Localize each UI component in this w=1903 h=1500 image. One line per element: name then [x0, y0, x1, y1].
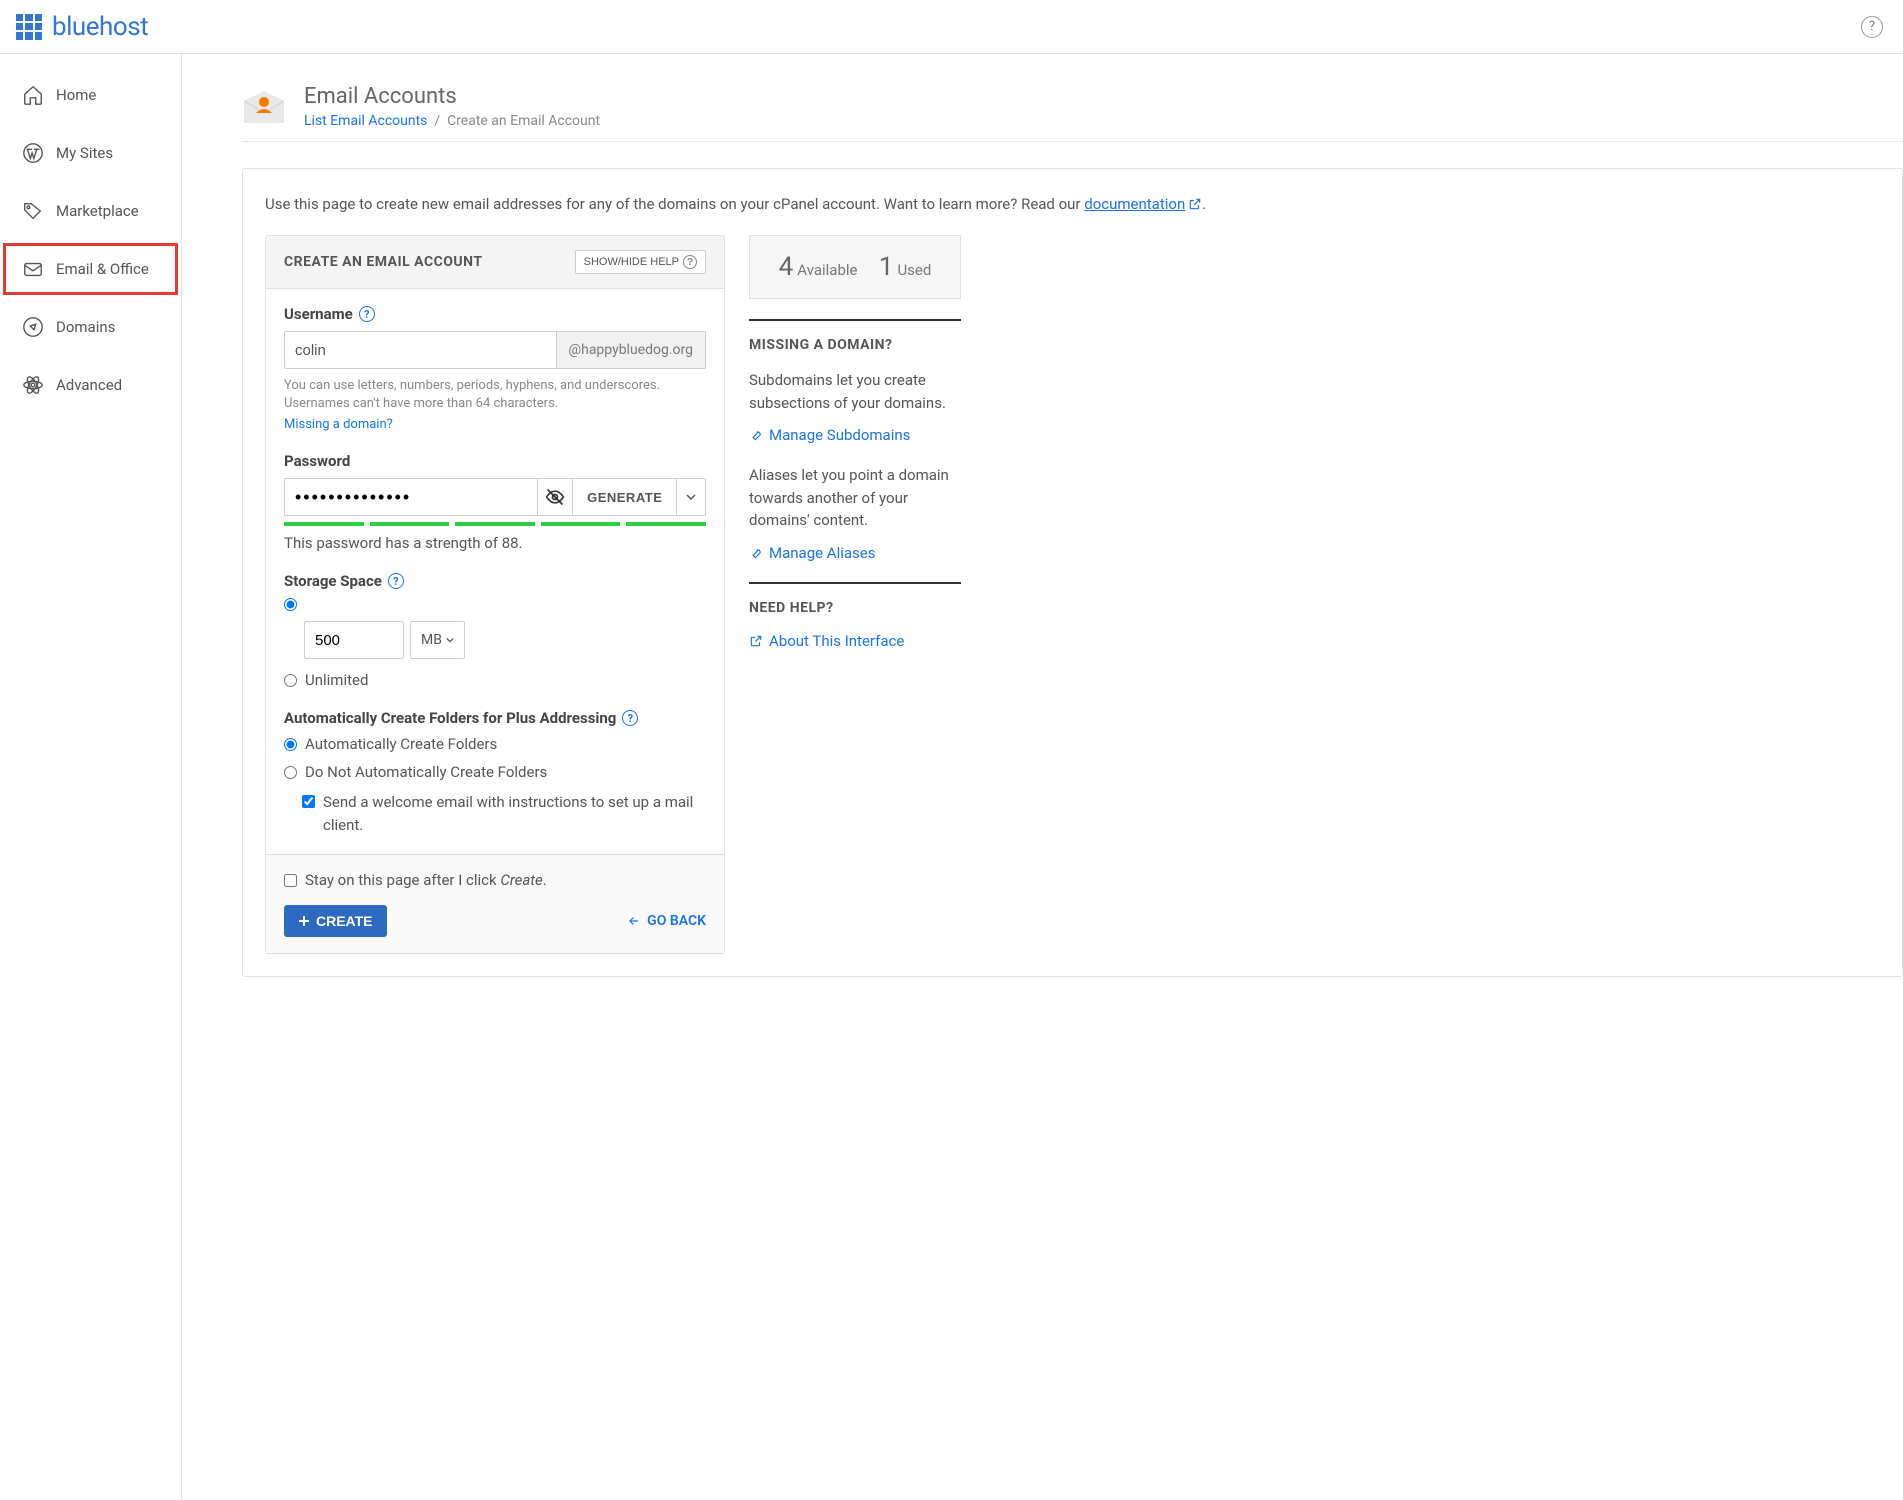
stats-card: 4Available 1Used	[749, 235, 961, 299]
domain-suffix: @happybluedog.org	[557, 331, 706, 369]
username-input[interactable]	[284, 331, 557, 369]
welcome-email-checkbox[interactable]	[302, 795, 315, 808]
help-icon[interactable]: ?	[1861, 16, 1883, 38]
create-button[interactable]: CREATE	[284, 905, 387, 937]
storage-custom-radio[interactable]	[284, 598, 297, 611]
username-hint: You can use letters, numbers, periods, h…	[284, 377, 706, 413]
password-strength-bars	[284, 522, 706, 526]
main-content: Email Accounts List Email Accounts / Cre…	[182, 54, 1903, 1500]
storage-label: Storage Space ?	[284, 572, 706, 590]
side-column: 4Available 1Used MISSING A DOMAIN? Subdo…	[749, 235, 961, 670]
toggle-password-button[interactable]	[537, 478, 572, 516]
compass-icon	[22, 316, 44, 338]
tag-icon	[22, 200, 44, 222]
documentation-link[interactable]: documentation	[1084, 195, 1185, 213]
wrench-icon	[749, 546, 763, 560]
plus-auto-label: Automatically Create Folders	[305, 735, 497, 753]
missing-domain-heading: MISSING A DOMAIN?	[749, 337, 961, 353]
sidebar-item-label: My Sites	[56, 144, 113, 162]
house-icon	[22, 84, 44, 106]
eye-off-icon	[545, 487, 565, 507]
wrench-icon	[749, 428, 763, 442]
help-icon[interactable]: ?	[359, 306, 375, 322]
chevron-down-icon	[446, 636, 454, 644]
plus-noauto-label: Do Not Automatically Create Folders	[305, 763, 547, 781]
unlimited-label: Unlimited	[305, 671, 368, 689]
storage-amount-input[interactable]	[304, 621, 404, 659]
need-help-heading: NEED HELP?	[749, 600, 961, 616]
brand-name[interactable]: bluehost	[52, 12, 148, 42]
stat-available-num: 4	[779, 252, 794, 282]
username-label: Username ?	[284, 305, 706, 323]
external-link-icon	[749, 634, 763, 648]
password-strength-text: This password has a strength of 88.	[284, 534, 706, 552]
help-icon[interactable]: ?	[388, 573, 404, 589]
about-interface-link[interactable]: About This Interface	[749, 632, 961, 650]
plus-noauto-radio[interactable]	[284, 766, 297, 779]
arrow-left-icon	[627, 914, 641, 928]
password-input[interactable]	[284, 478, 537, 516]
bluehost-logo-icon[interactable]	[16, 14, 42, 40]
sidebar: Home My Sites Marketplace Email & Office…	[0, 54, 182, 1500]
panel-title: CREATE AN EMAIL ACCOUNT	[284, 254, 483, 270]
chevron-down-icon	[686, 492, 696, 502]
email-accounts-icon	[242, 87, 286, 127]
panel-footer: Stay on this page after I click Create. …	[266, 854, 724, 953]
sidebar-item-label: Email & Office	[56, 260, 149, 278]
sidebar-item-email-office[interactable]: Email & Office	[0, 240, 181, 298]
atom-icon	[22, 374, 44, 396]
welcome-email-label: Send a welcome email with instructions t…	[323, 791, 706, 836]
help-icon[interactable]: ?	[622, 710, 638, 726]
sidebar-item-label: Advanced	[56, 376, 122, 394]
sidebar-item-label: Home	[56, 86, 96, 104]
sidebar-item-label: Marketplace	[56, 202, 139, 220]
intro-text: Use this page to create new email addres…	[265, 195, 1880, 213]
breadcrumb-current: Create an Email Account	[447, 113, 600, 129]
password-label: Password	[284, 452, 706, 470]
sidebar-item-home[interactable]: Home	[0, 66, 181, 124]
plus-addressing-label: Automatically Create Folders for Plus Ad…	[284, 709, 706, 727]
sidebar-item-mysites[interactable]: My Sites	[0, 124, 181, 182]
show-hide-help-button[interactable]: SHOW/HIDE HELP ?	[575, 250, 706, 274]
page-header: Email Accounts List Email Accounts / Cre…	[242, 84, 1903, 129]
storage-unlimited-radio[interactable]	[284, 674, 297, 687]
storage-unit-select[interactable]: MB	[410, 621, 465, 659]
stat-used-label: Used	[897, 261, 931, 279]
sidebar-item-marketplace[interactable]: Marketplace	[0, 182, 181, 240]
page-title: Email Accounts	[304, 84, 600, 109]
panel-header: CREATE AN EMAIL ACCOUNT SHOW/HIDE HELP ?	[266, 236, 724, 289]
subdomain-text: Subdomains let you create subsections of…	[749, 369, 961, 414]
envelope-icon	[22, 258, 44, 280]
stat-available-label: Available	[797, 261, 857, 279]
wordpress-icon	[22, 142, 44, 164]
create-account-panel: CREATE AN EMAIL ACCOUNT SHOW/HIDE HELP ?…	[265, 235, 725, 954]
generate-password-button[interactable]: GENERATE	[572, 478, 676, 516]
plus-icon	[298, 915, 310, 927]
manage-subdomains-link[interactable]: Manage Subdomains	[749, 426, 961, 444]
alias-text: Aliases let you point a domain towards a…	[749, 464, 961, 532]
breadcrumb: List Email Accounts / Create an Email Ac…	[304, 113, 600, 129]
sidebar-item-label: Domains	[56, 318, 115, 336]
content-card: Use this page to create new email addres…	[242, 168, 1903, 977]
top-bar: bluehost ?	[0, 0, 1903, 54]
sidebar-item-domains[interactable]: Domains	[0, 298, 181, 356]
stay-on-page-checkbox[interactable]	[284, 874, 297, 887]
help-icon: ?	[683, 255, 697, 269]
stat-used-num: 1	[879, 252, 894, 282]
generate-options-button[interactable]	[676, 478, 706, 516]
manage-aliases-link[interactable]: Manage Aliases	[749, 544, 961, 562]
plus-auto-radio[interactable]	[284, 738, 297, 751]
missing-domain-link[interactable]: Missing a domain?	[284, 417, 393, 432]
breadcrumb-link[interactable]: List Email Accounts	[304, 113, 427, 129]
sidebar-item-advanced[interactable]: Advanced	[0, 356, 181, 414]
go-back-button[interactable]: GO BACK	[627, 913, 706, 929]
external-link-icon	[1188, 197, 1202, 211]
